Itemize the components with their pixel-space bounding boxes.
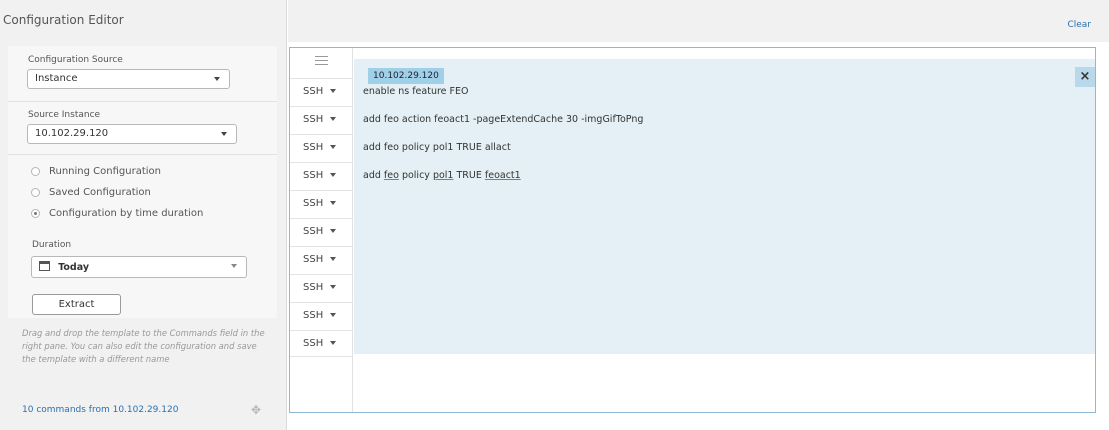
source-instance-dropdown[interactable]: 10.102.29.120 bbox=[27, 124, 237, 144]
ssh-protocol-select[interactable]: SSH bbox=[290, 274, 353, 301]
protocol-gutter: SSH SSH SSH SSH SSH SSH SSH SSH SSH SSH bbox=[290, 48, 353, 412]
chevron-down-icon bbox=[330, 89, 337, 93]
command-line[interactable]: enable ns feature FEO bbox=[363, 86, 468, 97]
divider bbox=[8, 154, 277, 155]
ssh-protocol-select[interactable]: SSH bbox=[290, 246, 353, 273]
misspelled-word: pol1 bbox=[432, 170, 454, 181]
chevron-down-icon bbox=[330, 201, 337, 205]
radio-label: Running Configuration bbox=[49, 166, 161, 177]
ssh-label: SSH bbox=[303, 142, 324, 153]
ssh-label: SSH bbox=[303, 198, 324, 209]
chevron-down-icon bbox=[330, 341, 337, 345]
page-title: Configuration Editor bbox=[3, 13, 124, 27]
left-panel: Configuration Editor Configuration Sourc… bbox=[0, 0, 287, 430]
commands-count-link[interactable]: 10 commands from 10.102.29.120 bbox=[22, 405, 178, 415]
ssh-label: SSH bbox=[303, 338, 324, 349]
configuration-editor: Configuration Editor Configuration Sourc… bbox=[0, 0, 1109, 430]
config-source-dropdown[interactable]: Instance bbox=[27, 69, 230, 89]
radio-button[interactable] bbox=[31, 188, 40, 197]
radio-label: Saved Configuration bbox=[49, 187, 151, 198]
ssh-label: SSH bbox=[303, 170, 324, 181]
config-source-label: Configuration Source bbox=[28, 55, 123, 65]
chevron-down-icon bbox=[330, 145, 337, 149]
command-line[interactable]: add feo policy pol1 TRUE allact bbox=[363, 142, 511, 153]
command-text: TRUE bbox=[453, 170, 485, 181]
duration-value: Today bbox=[58, 262, 90, 273]
divider bbox=[8, 101, 277, 102]
duration-label: Duration bbox=[32, 240, 72, 250]
commands-editor[interactable]: SSH SSH SSH SSH SSH SSH SSH SSH SSH SSH … bbox=[289, 47, 1096, 413]
duration-dropdown[interactable]: Today bbox=[31, 256, 247, 278]
command-text: add bbox=[363, 170, 384, 181]
close-icon[interactable]: × bbox=[1075, 67, 1095, 87]
radio-label: Configuration by time duration bbox=[49, 208, 204, 219]
chevron-down-icon bbox=[330, 257, 337, 261]
ssh-label: SSH bbox=[303, 226, 324, 237]
command-text: policy bbox=[398, 170, 433, 181]
radio-running-configuration[interactable]: Running Configuration bbox=[31, 166, 161, 177]
instance-ip-tag: 10.102.29.120 bbox=[368, 68, 444, 84]
command-line[interactable]: add feo action feoact1 -pageExtendCache … bbox=[363, 114, 643, 125]
chevron-down-icon bbox=[330, 313, 337, 317]
ssh-protocol-select[interactable]: SSH bbox=[290, 330, 353, 357]
chevron-down-icon bbox=[231, 264, 237, 268]
source-instance-value: 10.102.29.120 bbox=[35, 128, 109, 139]
clear-link[interactable]: Clear bbox=[1067, 20, 1091, 30]
radio-button[interactable] bbox=[31, 167, 40, 176]
config-source-value: Instance bbox=[35, 73, 78, 84]
radio-configuration-by-time-duration[interactable]: Configuration by time duration bbox=[31, 208, 203, 219]
ssh-label: SSH bbox=[303, 254, 324, 265]
chevron-down-icon bbox=[330, 117, 337, 121]
commands-block[interactable]: 10.102.29.120 × enable ns feature FEO ad… bbox=[354, 59, 1095, 354]
misspelled-word: feo bbox=[383, 170, 399, 181]
chevron-down-icon bbox=[221, 132, 227, 136]
chevron-down-icon bbox=[214, 77, 220, 81]
ssh-protocol-select[interactable]: SSH bbox=[290, 218, 353, 245]
move-icon[interactable]: ✥ bbox=[251, 404, 263, 416]
command-line[interactable]: add feo policy pol1 TRUE feoact1 bbox=[363, 170, 521, 181]
radio-button-selected[interactable] bbox=[31, 209, 40, 218]
right-header: Clear bbox=[288, 0, 1109, 42]
ssh-label: SSH bbox=[303, 310, 324, 321]
ssh-protocol-select[interactable]: SSH bbox=[290, 78, 353, 105]
radio-saved-configuration[interactable]: Saved Configuration bbox=[31, 187, 151, 198]
source-instance-label: Source Instance bbox=[28, 110, 101, 120]
ssh-label: SSH bbox=[303, 86, 324, 97]
calendar-icon bbox=[39, 261, 50, 271]
ssh-protocol-select[interactable]: SSH bbox=[290, 134, 353, 161]
ssh-protocol-select[interactable]: SSH bbox=[290, 190, 353, 217]
chevron-down-icon bbox=[330, 229, 337, 233]
commands-content: 10.102.29.120 × enable ns feature FEO ad… bbox=[354, 48, 1095, 412]
chevron-down-icon bbox=[330, 173, 337, 177]
misspelled-word: feoact1 bbox=[484, 170, 521, 181]
extract-button[interactable]: Extract bbox=[32, 294, 121, 315]
ssh-protocol-select[interactable]: SSH bbox=[290, 106, 353, 133]
ssh-protocol-select[interactable]: SSH bbox=[290, 302, 353, 329]
drag-drop-hint: Drag and drop the template to the Comman… bbox=[22, 328, 265, 364]
ssh-protocol-select[interactable]: SSH bbox=[290, 162, 353, 189]
chevron-down-icon bbox=[330, 285, 337, 289]
ssh-label: SSH bbox=[303, 282, 324, 293]
ssh-label: SSH bbox=[303, 114, 324, 125]
hamburger-icon[interactable] bbox=[315, 56, 328, 65]
